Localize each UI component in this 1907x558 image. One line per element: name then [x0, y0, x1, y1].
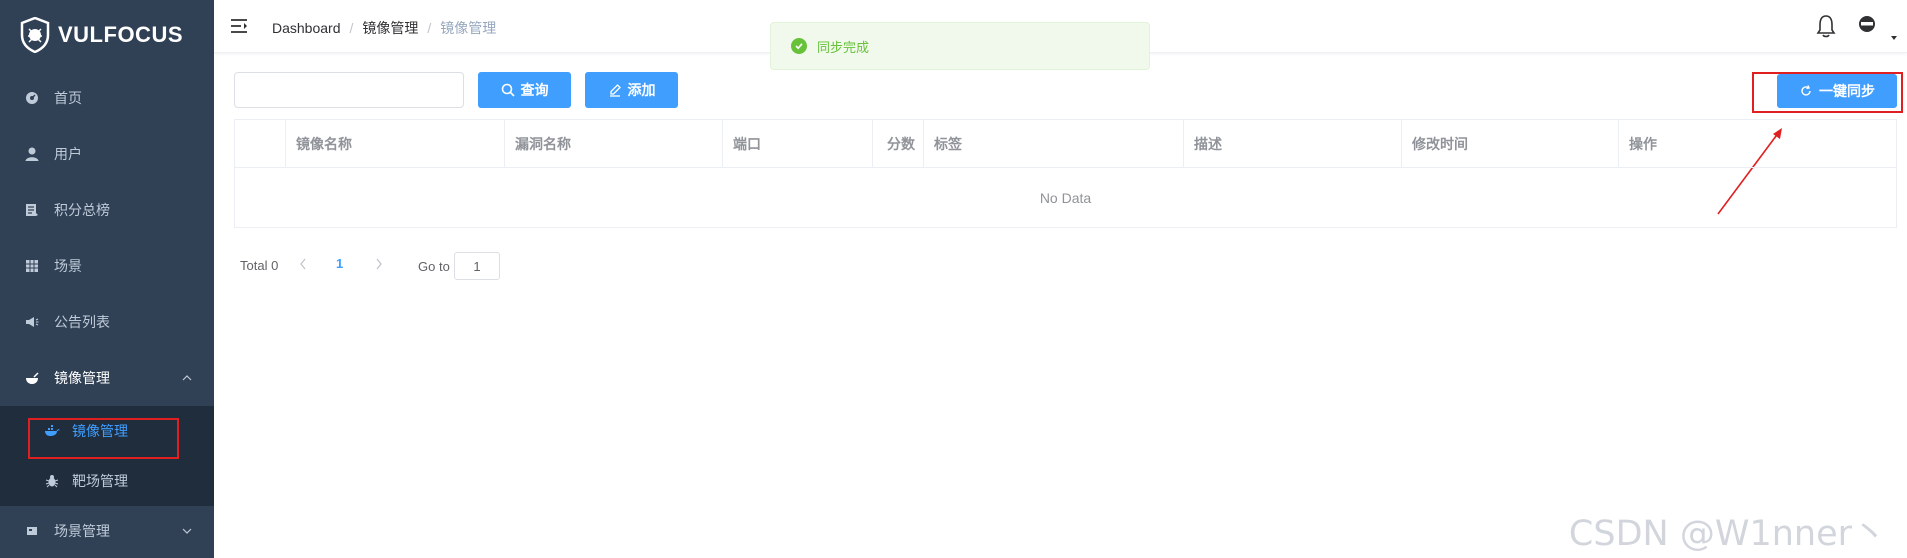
app-root: VULFOCUS 首页 用户 积分总榜 场景 公告列表 镜像管理 镜像管理 靶场…: [0, 0, 1907, 558]
megaphone-icon: [24, 314, 40, 330]
watermark: CSDN @W1nner丶: [1568, 514, 1887, 554]
sidebar-item-label: 镜像管理: [54, 370, 110, 386]
bowl-icon: [24, 370, 40, 386]
bell-icon[interactable]: [1815, 14, 1837, 38]
user-icon: [24, 146, 40, 162]
scene-icon: [24, 523, 40, 539]
table-header-cell-select[interactable]: [235, 120, 286, 167]
sidebar-item-label: 场景管理: [54, 523, 110, 539]
sidebar-item-users[interactable]: 用户: [0, 126, 214, 182]
caret-down-icon[interactable]: [1891, 36, 1897, 40]
sidebar-item-label: 积分总榜: [54, 202, 110, 218]
grid-icon: [24, 258, 40, 274]
logo-text: VULFOCUS: [58, 22, 183, 47]
sidebar-item-home[interactable]: 首页: [0, 70, 214, 126]
pagination-goto-label: Go to: [418, 259, 450, 274]
bug-icon: [44, 473, 60, 489]
hamburger-icon[interactable]: [230, 18, 248, 34]
chevron-down-icon: [182, 528, 192, 534]
breadcrumb-item-current: 镜像管理: [440, 20, 497, 36]
table-header-cell: 标签: [924, 120, 1184, 167]
table-header-cell: 镜像名称: [286, 120, 505, 167]
breadcrumb-item-dashboard[interactable]: Dashboard: [272, 20, 341, 36]
toast-message: 同步完成: [817, 39, 870, 55]
sidebar-item-announcements[interactable]: 公告列表: [0, 294, 214, 350]
ranking-icon: [24, 202, 40, 218]
image-table: 镜像名称 漏洞名称 端口 分数 标签 描述 修改时间 操作 No Data: [234, 119, 1897, 228]
table-header: 镜像名称 漏洞名称 端口 分数 标签 描述 修改时间 操作: [235, 120, 1896, 168]
table-header-cell: 分数: [873, 120, 924, 167]
success-toast: 同步完成: [770, 22, 1150, 70]
dashboard-icon: [24, 90, 40, 106]
shield-logo-icon: [20, 17, 50, 53]
user-avatar-icon[interactable]: [1857, 14, 1877, 34]
chevron-right-icon[interactable]: [374, 257, 384, 271]
add-button-label: 添加: [627, 82, 656, 98]
table-header-cell: 描述: [1184, 120, 1402, 167]
breadcrumb-separator: /: [427, 20, 432, 36]
sidebar-item-label: 场景: [54, 258, 82, 274]
check-circle-icon: [791, 38, 807, 54]
pagination-goto-input[interactable]: 1: [454, 252, 500, 280]
table-header-cell: 修改时间: [1402, 120, 1619, 167]
chevron-left-icon[interactable]: [298, 257, 308, 271]
annotation-highlight-box: [1752, 72, 1903, 113]
pagination-total: Total 0: [240, 258, 279, 273]
sidebar-subitem-label: 靶场管理: [72, 473, 128, 489]
table-header-cell: 操作: [1629, 135, 1657, 152]
annotation-highlight-box: [28, 418, 179, 459]
breadcrumb-item-section[interactable]: 镜像管理: [362, 18, 418, 38]
sidebar-item-label: 首页: [54, 90, 82, 106]
chevron-up-icon: [182, 375, 192, 381]
breadcrumb: Dashboard / 镜像管理 / 镜像管理: [272, 18, 496, 38]
sidebar-item-label: 公告列表: [54, 314, 110, 330]
query-button-label: 查询: [520, 82, 549, 98]
sidebar-item-image-management[interactable]: 镜像管理: [0, 350, 214, 406]
sidebar-item-scenes[interactable]: 场景: [0, 238, 214, 294]
breadcrumb-separator: /: [349, 20, 354, 36]
table-empty-text: No Data: [1039, 190, 1092, 206]
sidebar-item-label: 用户: [54, 146, 82, 162]
table-header-cell: 漏洞名称: [505, 120, 723, 167]
add-button[interactable]: 添加: [585, 72, 678, 108]
table-header-cell: 端口: [723, 120, 873, 167]
logo[interactable]: VULFOCUS: [0, 0, 214, 70]
query-button[interactable]: 查询: [478, 72, 571, 108]
sidebar-item-ranking[interactable]: 积分总榜: [0, 182, 214, 238]
search-icon: [501, 83, 515, 97]
search-input[interactable]: [234, 72, 464, 108]
edit-icon: [608, 83, 622, 97]
pagination-page-current[interactable]: 1: [336, 256, 343, 271]
sidebar-item-scene-management[interactable]: 场景管理: [0, 506, 214, 556]
sidebar: VULFOCUS 首页 用户 积分总榜 场景 公告列表 镜像管理 镜像管理 靶场…: [0, 0, 214, 558]
sidebar-subitem-range-management[interactable]: 靶场管理: [0, 456, 214, 506]
